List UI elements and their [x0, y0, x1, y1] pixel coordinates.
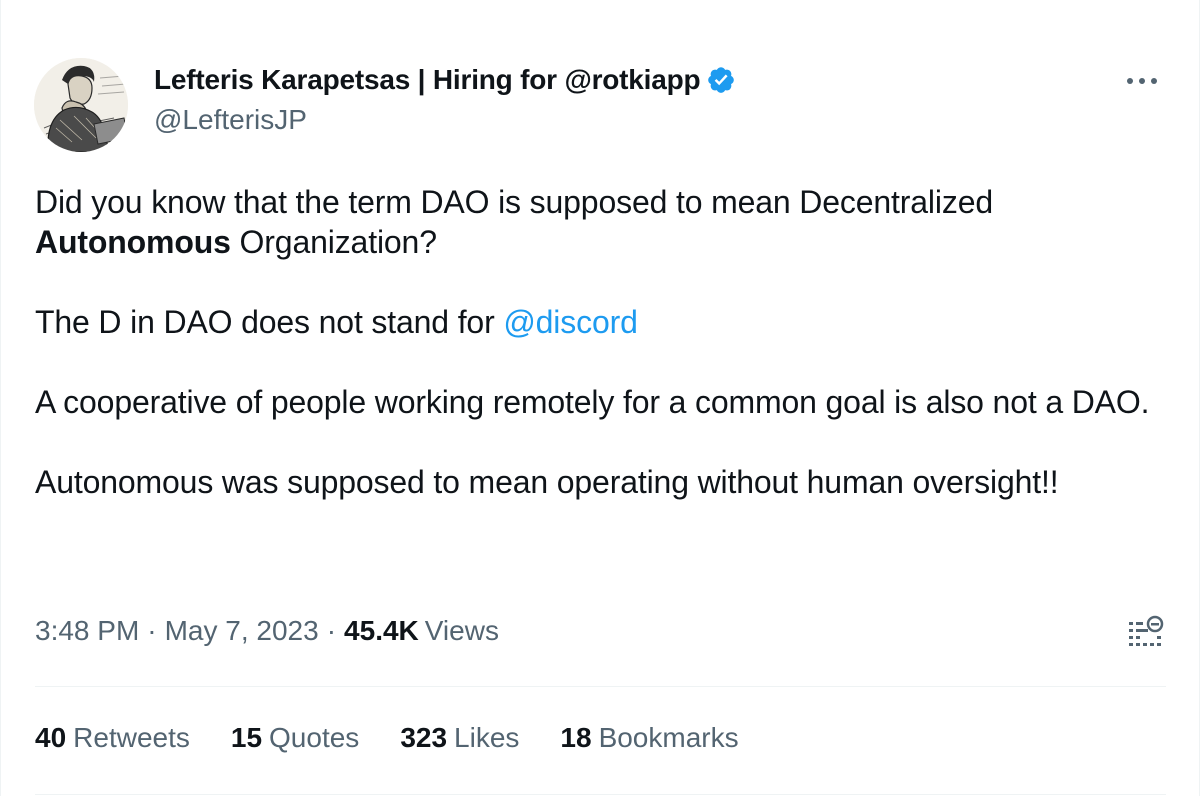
verified-badge-icon[interactable] — [706, 65, 736, 95]
discord-mention-link[interactable]: @discord — [503, 304, 638, 340]
meta-separator: · — [147, 615, 157, 646]
tweet-paragraph-2: The D in DAO does not stand for @discord — [35, 302, 1175, 342]
retweets-stat[interactable]: 40 Retweets — [35, 722, 190, 754]
author-name-row[interactable]: Lefteris Karapetsas | Hiring for @rotkia… — [154, 62, 736, 98]
analytics-button[interactable] — [1125, 612, 1167, 656]
retweets-label: Retweets — [73, 722, 190, 753]
likes-label: Likes — [454, 722, 520, 753]
divider — [35, 794, 1166, 795]
more-dots-icon — [1127, 78, 1157, 84]
quotes-stat[interactable]: 15 Quotes — [231, 722, 359, 754]
analytics-icon — [1129, 615, 1164, 646]
retweets-count: 40 — [35, 722, 67, 753]
tweet-bold-text: Autonomous — [35, 224, 231, 260]
tweet-paragraph-3: A cooperative of people working remotely… — [35, 384, 1150, 420]
tweet-body: Did you know that the term DAO is suppos… — [35, 182, 1175, 542]
bookmarks-stat[interactable]: 18 Bookmarks — [560, 722, 738, 754]
tweet-date[interactable]: May 7, 2023 — [165, 615, 319, 647]
tweet-text-segment: Organization? — [230, 224, 437, 260]
tweet-time[interactable]: 3:48 PM — [35, 615, 139, 647]
engagement-stats: 40 Retweets 15 Quotes 323 Likes 18 Bookmarks — [35, 722, 780, 754]
author-display-name[interactable]: Lefteris Karapetsas | Hiring for @rotkia… — [154, 64, 701, 96]
tweet-meta: 3:48 PM · May 7, 2023 · 45.4K Views — [35, 615, 499, 647]
quotes-label: Quotes — [269, 722, 360, 753]
author-handle[interactable]: @LefterisJP — [154, 104, 307, 136]
sketch-portrait-avatar-image — [34, 58, 128, 152]
tweet-paragraph-4: Autonomous was supposed to mean operatin… — [35, 464, 1059, 500]
author-avatar[interactable] — [34, 58, 128, 152]
tweet-paragraph-1: Did you know that the term DAO is suppos… — [35, 182, 1175, 262]
more-options-button[interactable] — [1119, 62, 1165, 100]
likes-stat[interactable]: 323 Likes — [400, 722, 519, 754]
divider — [35, 686, 1166, 687]
meta-separator: · — [326, 615, 337, 646]
likes-count: 323 — [400, 722, 448, 753]
bookmarks-count: 18 — [560, 722, 592, 753]
tweet-text-segment: Did you know that the term DAO is suppos… — [35, 184, 993, 220]
tweet-text-segment: The D in DAO does not stand for — [35, 304, 504, 340]
bookmarks-label: Bookmarks — [598, 722, 739, 753]
views-count: 45.4K — [344, 615, 419, 646]
quotes-count: 15 — [230, 722, 263, 753]
views-label: Views — [424, 615, 499, 646]
tweet-card: Lefteris Karapetsas | Hiring for @rotkia… — [0, 0, 1200, 796]
